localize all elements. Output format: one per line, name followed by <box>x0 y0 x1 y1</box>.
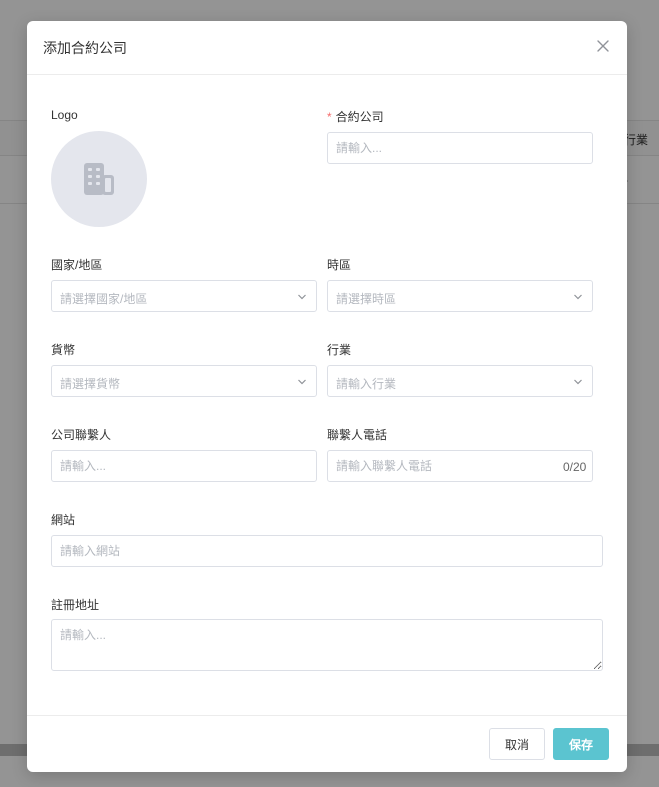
currency-select[interactable]: 請選擇貨幣 <box>51 365 317 397</box>
country-select-placeholder: 請選擇國家/地區 <box>60 292 148 306</box>
save-button[interactable]: 保存 <box>553 728 609 760</box>
building-icon <box>84 163 114 195</box>
phone-char-counter: 0/20 <box>563 460 587 474</box>
logo-label: Logo <box>51 108 78 122</box>
phone-label: 聯繫人電話 <box>327 428 388 442</box>
contact-label: 公司聯繫人 <box>51 428 112 442</box>
chevron-down-icon <box>574 294 582 300</box>
company-label: * 合約公司 <box>327 108 384 125</box>
currency-label: 貨幣 <box>51 343 76 357</box>
country-select[interactable]: 請選擇國家/地區 <box>51 280 317 312</box>
timezone-label: 時區 <box>327 258 352 272</box>
website-label: 網站 <box>51 513 76 527</box>
timezone-select-placeholder: 請選擇時區 <box>336 292 397 306</box>
industry-select[interactable]: 請輸入行業 <box>327 365 593 397</box>
logo-upload-avatar[interactable] <box>51 131 147 227</box>
dialog-header: 添加合約公司 <box>27 21 627 75</box>
required-marker: * <box>327 110 332 124</box>
country-label: 國家/地區 <box>51 258 103 272</box>
phone-input[interactable] <box>327 450 593 482</box>
contact-input[interactable] <box>51 450 317 482</box>
timezone-select[interactable]: 請選擇時區 <box>327 280 593 312</box>
dialog-title: 添加合約公司 <box>43 40 127 56</box>
dialog-footer: 取消 保存 <box>27 715 627 772</box>
address-textarea[interactable] <box>51 619 603 671</box>
add-company-dialog: 添加合約公司 Logo *合約公司 國家/地區 請選擇國家/地區 時區 請選擇時… <box>27 21 627 772</box>
chevron-down-icon <box>574 379 582 385</box>
industry-label: 行業 <box>327 343 352 357</box>
address-label: 註冊地址 <box>51 598 100 612</box>
industry-select-placeholder: 請輸入行業 <box>336 377 397 391</box>
close-icon[interactable] <box>595 38 611 54</box>
company-input[interactable] <box>327 132 593 164</box>
company-label-text: 合約公司 <box>335 110 384 124</box>
chevron-down-icon <box>298 379 306 385</box>
cancel-button[interactable]: 取消 <box>489 728 545 760</box>
currency-select-placeholder: 請選擇貨幣 <box>60 377 121 391</box>
chevron-down-icon <box>298 294 306 300</box>
website-input[interactable] <box>51 535 603 567</box>
